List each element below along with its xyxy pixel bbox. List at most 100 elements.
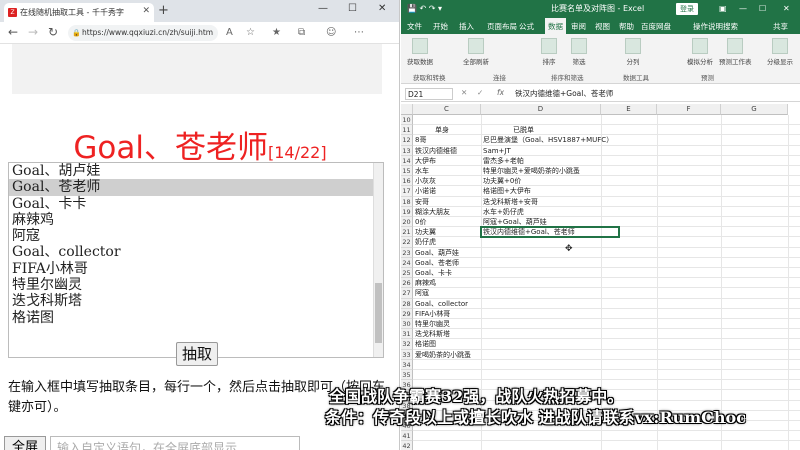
row-header[interactable]: 10 bbox=[401, 115, 413, 126]
favorites-icon[interactable]: ★ bbox=[272, 27, 281, 38]
cell-c[interactable]: Goal、collector bbox=[413, 299, 468, 309]
excel-close-icon[interactable]: ✕ bbox=[783, 0, 790, 18]
cell-d[interactable] bbox=[481, 278, 483, 288]
cell-c[interactable]: 奶仔虎 bbox=[413, 237, 436, 247]
ribbon-command[interactable]: 分列 bbox=[625, 38, 641, 66]
cell-d[interactable] bbox=[481, 441, 483, 450]
close-window-icon[interactable]: ✕ bbox=[378, 3, 386, 14]
tab-close-icon[interactable]: ✕ bbox=[142, 6, 150, 16]
cell-d[interactable]: 格诺图+大伊布 bbox=[481, 186, 531, 196]
ribbon-command[interactable]: 预测工作表 bbox=[719, 38, 752, 66]
row-header[interactable]: 30 bbox=[401, 319, 413, 330]
share-button[interactable]: 共享 bbox=[773, 21, 788, 32]
cell-d[interactable]: 尼巴曼演堡（Goal、HSV1887+MUFC） bbox=[481, 135, 613, 145]
cell-c[interactable]: 格诺图 bbox=[413, 339, 436, 349]
cell-c[interactable] bbox=[413, 431, 415, 441]
cell-c[interactable]: 铁汉内德维德 bbox=[413, 146, 457, 156]
ribbon-command[interactable]: 筛选 bbox=[571, 38, 587, 66]
row-header[interactable]: 20 bbox=[401, 217, 413, 228]
cell-d[interactable] bbox=[481, 115, 483, 125]
ribbon-tab[interactable]: 文件 bbox=[407, 21, 422, 32]
ribbon-command[interactable]: 模拟分析 bbox=[687, 38, 713, 66]
cell-c[interactable]: 阿寇 bbox=[413, 288, 429, 298]
cell-d[interactable] bbox=[481, 288, 483, 298]
list-item[interactable]: Goal、胡卢娃 bbox=[9, 163, 383, 179]
cell-c[interactable]: 8哥 bbox=[413, 135, 426, 145]
row-header[interactable]: 24 bbox=[401, 257, 413, 268]
ribbon-tab[interactable]: 百度网盘 bbox=[641, 21, 671, 32]
cell-d[interactable] bbox=[481, 360, 483, 370]
column-header[interactable]: E bbox=[601, 104, 657, 115]
profile-icon[interactable]: ☺ bbox=[326, 27, 336, 38]
back-icon[interactable]: ← bbox=[8, 25, 18, 39]
row-header[interactable]: 35 bbox=[401, 370, 413, 381]
cell-c[interactable]: 安哥 bbox=[413, 197, 429, 207]
row-header[interactable]: 12 bbox=[401, 135, 413, 146]
url-field[interactable]: 🔒 https://www.qqxiuzi.cn/zh/suiji.htm bbox=[68, 25, 218, 41]
cell-c[interactable]: 特里尔幽灵 bbox=[413, 319, 450, 329]
row-header[interactable]: 26 bbox=[401, 278, 413, 289]
cell-d[interactable] bbox=[481, 319, 483, 329]
column-header[interactable]: C bbox=[413, 104, 481, 115]
fullscreen-button[interactable]: 全屏 bbox=[4, 436, 46, 450]
draw-button[interactable]: 抽取 bbox=[176, 342, 218, 366]
row-header[interactable]: 33 bbox=[401, 349, 413, 360]
row-header[interactable]: 21 bbox=[401, 227, 413, 238]
cell-c[interactable]: 单身 bbox=[413, 125, 449, 135]
list-item[interactable]: 阿寇 bbox=[9, 228, 383, 244]
list-item[interactable]: Goal、苍老师 bbox=[9, 179, 383, 196]
row-header[interactable]: 25 bbox=[401, 268, 413, 279]
cell-c[interactable]: Goal、卡卡 bbox=[413, 268, 452, 278]
cell-c[interactable]: 功夫翼 bbox=[413, 227, 436, 237]
cell-c[interactable]: 小灰灰 bbox=[413, 176, 436, 186]
cell-c[interactable]: 麻辣鸡 bbox=[413, 278, 436, 288]
ribbon-tab[interactable]: 插入 bbox=[459, 21, 474, 32]
row-header[interactable]: 15 bbox=[401, 166, 413, 177]
ribbon-tab[interactable]: 数据 bbox=[545, 18, 566, 34]
list-item[interactable]: Goal、卡卡 bbox=[9, 196, 383, 212]
ribbon-tab[interactable]: 公式 bbox=[519, 21, 534, 32]
cell-c[interactable]: 水车 bbox=[413, 166, 429, 176]
row-header[interactable]: 28 bbox=[401, 298, 413, 309]
ribbon-tab[interactable]: 页面布局 bbox=[487, 21, 517, 32]
cell-d[interactable] bbox=[481, 339, 483, 349]
cell-c[interactable]: 小诺诺 bbox=[413, 186, 436, 196]
cell-d[interactable] bbox=[481, 350, 483, 360]
row-header[interactable]: 42 bbox=[401, 441, 413, 450]
cell-c[interactable]: 糊涂大朋友 bbox=[413, 207, 450, 217]
cell-d[interactable] bbox=[481, 299, 483, 309]
row-header[interactable]: 14 bbox=[401, 155, 413, 166]
list-scrollbar[interactable] bbox=[373, 163, 383, 357]
cell-d[interactable]: 迭戈科斯塔+安哥 bbox=[481, 197, 538, 207]
login-button[interactable]: 登录 bbox=[676, 3, 698, 15]
row-header[interactable]: 32 bbox=[401, 339, 413, 350]
ribbon-tab[interactable]: 审阅 bbox=[571, 21, 586, 32]
cell-c[interactable]: 爱喝奶茶的小跳蚤 bbox=[413, 350, 471, 360]
ribbon-tab[interactable]: 操作说明搜索 bbox=[693, 21, 738, 32]
cell-c[interactable]: 0价 bbox=[413, 217, 426, 227]
formula-input[interactable]: 铁汉内德维德+Goal、苍老师 bbox=[511, 88, 797, 100]
cell-d[interactable]: 特里尔幽灵+爱喝奶茶的小跳蚤 bbox=[481, 166, 580, 176]
collections-icon[interactable]: ⧉ bbox=[298, 27, 305, 38]
column-header[interactable]: G bbox=[721, 104, 788, 115]
insert-function-icon[interactable]: fx bbox=[497, 88, 504, 97]
ribbon-display-icon[interactable]: ▣ bbox=[719, 0, 727, 18]
list-item[interactable]: FIFA小林哥 bbox=[9, 261, 383, 277]
list-item[interactable]: 格诺图 bbox=[9, 310, 383, 326]
cell-d[interactable]: 雷杰多+老帕 bbox=[481, 156, 524, 166]
cell-c[interactable] bbox=[413, 370, 415, 380]
list-item[interactable]: Goal、collector bbox=[9, 244, 383, 260]
minimize-icon[interactable]: — bbox=[318, 3, 328, 14]
excel-maximize-icon[interactable]: ☐ bbox=[759, 0, 766, 18]
cell-d[interactable] bbox=[481, 309, 483, 319]
cell-d[interactable]: 已脱单 bbox=[481, 125, 534, 135]
scrollbar-thumb[interactable] bbox=[375, 283, 382, 343]
excel-minimize-icon[interactable]: — bbox=[739, 0, 747, 18]
cell-c[interactable]: Goal、苍老师 bbox=[413, 258, 459, 268]
cell-d[interactable]: Sam+JT bbox=[481, 146, 511, 156]
ribbon-command[interactable]: 分级显示 bbox=[767, 38, 793, 66]
refresh-icon[interactable]: ↻ bbox=[48, 25, 58, 39]
browser-tab[interactable]: Z 在线随机抽取工具 - 千千秀字 ✕ bbox=[4, 3, 154, 22]
ribbon-command[interactable]: 全部刷新 bbox=[463, 38, 489, 66]
cell-c[interactable]: Goal、葫芦娃 bbox=[413, 248, 459, 258]
